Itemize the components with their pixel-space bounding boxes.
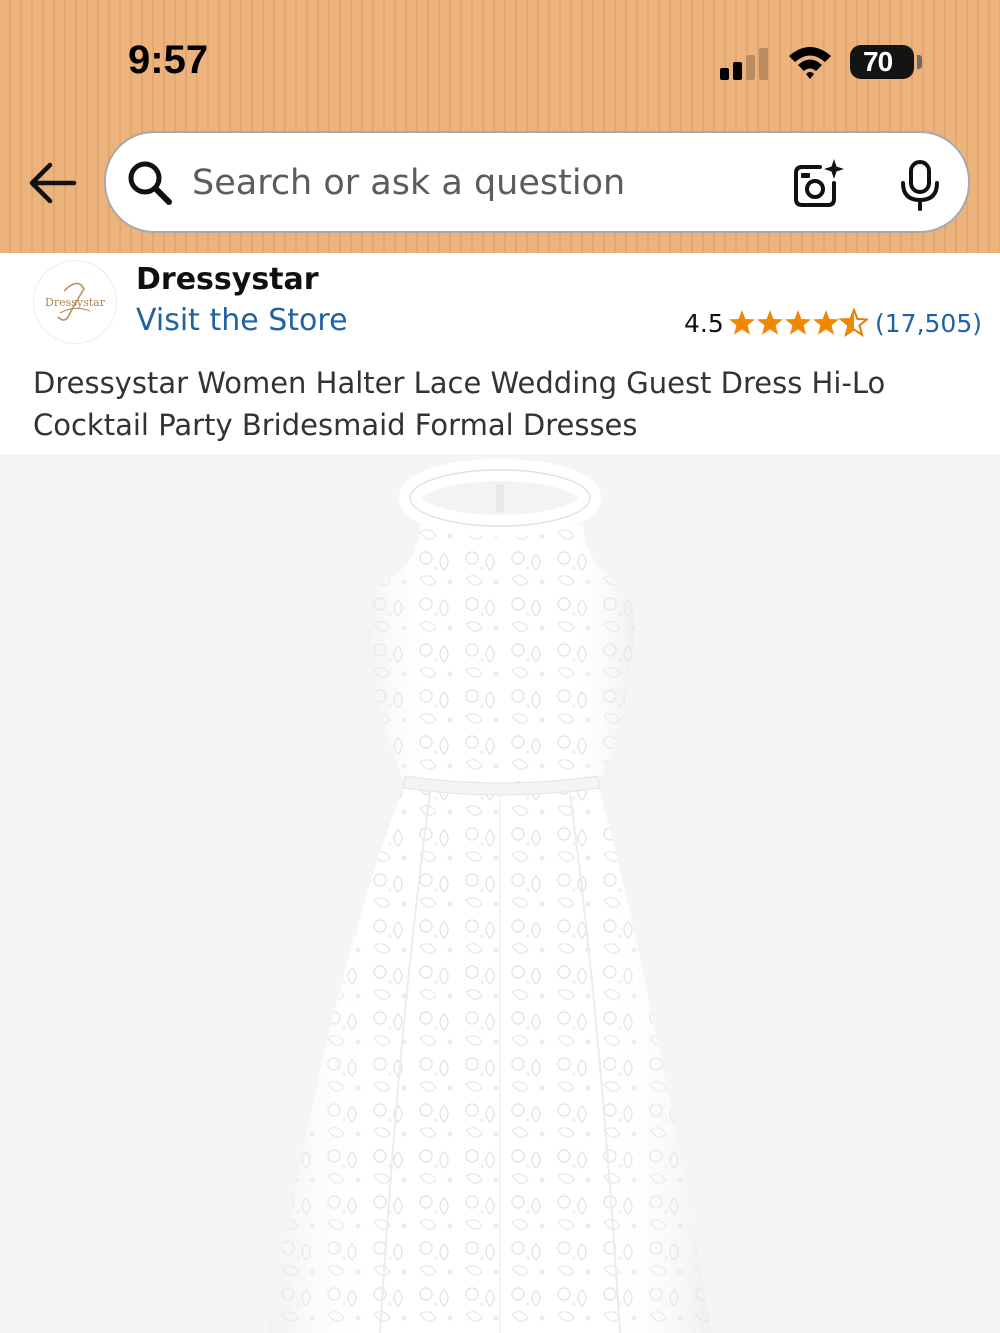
search-bar[interactable] bbox=[104, 131, 970, 233]
battery-tip bbox=[917, 55, 922, 69]
store-logo[interactable]: Dressystar bbox=[33, 260, 117, 344]
search-icon bbox=[128, 161, 172, 205]
camera-icon[interactable] bbox=[790, 157, 844, 211]
signal-icon bbox=[720, 48, 772, 80]
product-title: Dressystar Women Halter Lace Wedding Gue… bbox=[33, 366, 886, 442]
microphone-icon[interactable] bbox=[896, 159, 944, 211]
rating-value: 4.5 bbox=[684, 309, 724, 338]
app-header: 9:57 70 bbox=[0, 0, 1000, 253]
dress-illustration bbox=[268, 459, 712, 1333]
wifi-icon bbox=[789, 47, 831, 79]
back-arrow-icon[interactable] bbox=[26, 160, 78, 206]
store-logo-mark: Dressystar bbox=[45, 282, 106, 321]
star-rating-icon[interactable] bbox=[728, 308, 868, 338]
product-image[interactable] bbox=[0, 454, 1000, 1333]
rating-count-link[interactable]: (17,505) bbox=[875, 309, 982, 338]
store-name[interactable]: Dressystar bbox=[136, 262, 319, 297]
visit-store-link[interactable]: Visit the Store bbox=[136, 303, 348, 338]
svg-text:Dressystar: Dressystar bbox=[45, 296, 106, 309]
battery-icon: 70 bbox=[850, 45, 914, 79]
status-time: 9:57 bbox=[128, 38, 209, 82]
search-input[interactable] bbox=[192, 155, 762, 211]
